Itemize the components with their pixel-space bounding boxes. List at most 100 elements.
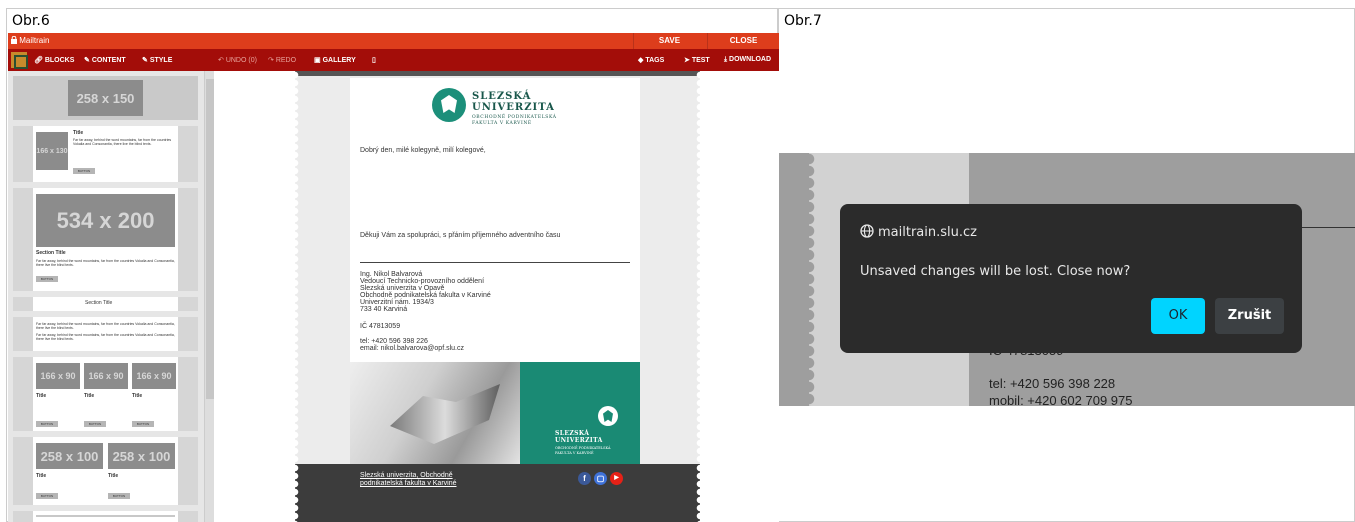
block-gutter: [178, 188, 198, 291]
banner-name-line2: UNIVERZITA: [555, 437, 603, 444]
block-gutter: [13, 126, 33, 182]
banner-sub-line1: OBCHODNĚ PODNIKATELSKÁ: [555, 446, 611, 450]
app-title-text: Mailtrain: [19, 36, 50, 45]
tags-button[interactable]: ◆ TAGS: [638, 56, 664, 64]
youtube-icon[interactable]: ▶: [610, 472, 623, 485]
block-gutter: [178, 297, 198, 311]
block-lorem: Far far away, behind the word mountains,…: [36, 333, 175, 341]
block-lorem: Far far away, behind the word mountains,…: [36, 322, 175, 330]
block-three-columns[interactable]: 166 x 90 166 x 90 166 x 90 Title Title T…: [13, 357, 198, 431]
download-label: DOWNLOAD: [729, 56, 772, 63]
block-text[interactable]: Far far away, behind the word mountains,…: [13, 317, 198, 351]
tab-style[interactable]: ✎ STYLE: [142, 56, 172, 64]
ok-button[interactable]: OK: [1151, 298, 1205, 334]
blocks-panel: 258 x 150 166 x 130 Title Far far away, …: [8, 71, 214, 522]
placeholder-image: 258 x 150: [68, 80, 143, 116]
block-gutter: [178, 317, 198, 351]
test-button[interactable]: ➤ TEST: [684, 56, 710, 64]
title-bar: Mailtrain SAVE CLOSE: [8, 33, 779, 49]
block-gutter: [178, 437, 198, 505]
zigzag-edge: [694, 464, 700, 522]
app-title: Mailtrain: [11, 35, 50, 45]
scrollbar-thumb[interactable]: [206, 79, 214, 399]
university-name: SLEZSKÁ UNIVERZITA: [472, 91, 555, 113]
save-button[interactable]: SAVE: [633, 33, 705, 49]
footer-link[interactable]: Slezská univerzita, Obchodně podnikatels…: [360, 472, 457, 488]
globe-icon: [860, 224, 874, 238]
block-button: BUTTON: [132, 421, 154, 427]
facebook-icon[interactable]: f: [578, 472, 591, 485]
placeholder-image: 258 x 100: [108, 443, 175, 469]
block-gutter: [13, 437, 33, 505]
block-gutter: [13, 357, 33, 431]
figure-6-label: Obr.6: [12, 13, 50, 29]
block-lorem: Far far away, behind the word mountains,…: [73, 138, 172, 146]
confirm-dialog: mailtrain.slu.cz Unsaved changes will be…: [840, 204, 1302, 353]
preview-toggle-icon[interactable]: ▯: [372, 56, 376, 64]
banner-name-line1: SLEZSKÁ: [555, 430, 590, 437]
redo-label: REDO: [275, 57, 297, 64]
behind-tel: tel: +420 596 398 228: [989, 376, 1116, 391]
placeholder-image: 166 x 90: [84, 363, 128, 389]
tab-blocks[interactable]: 🔗︎ BLOCKS: [34, 56, 74, 64]
figure-7-cell: Obr.7 IČ 47813059 tel: +420 596 398 228 …: [778, 8, 1355, 522]
email-body[interactable]: Dobrý den, milé kolegyně, milí kolegové,…: [350, 136, 640, 362]
block-image-text[interactable]: 166 x 130 Title Far far away, behind the…: [13, 126, 198, 182]
placeholder-image: 166 x 90: [36, 363, 80, 389]
cancel-button[interactable]: Zrušit: [1215, 298, 1284, 334]
block-two-columns[interactable]: 258 x 100 258 x 100 Title Title BUTTON B…: [13, 437, 198, 505]
dialog-origin: mailtrain.slu.cz: [860, 224, 977, 240]
block-button: BUTTON: [108, 493, 130, 499]
download-button[interactable]: ⤓ DOWNLOAD: [724, 56, 771, 64]
banner-sub-line2: FAKULTA V KARVINÉ: [555, 450, 594, 455]
university-name-line1: SLEZSKÁ: [472, 91, 532, 102]
block-gutter: [13, 297, 33, 311]
undo-label: UNDO (0): [225, 57, 257, 64]
behind-contacts: tel: +420 596 398 228 mobil: +420 602 70…: [989, 375, 1132, 406]
dialog-origin-text: mailtrain.slu.cz: [878, 225, 977, 240]
redo-button[interactable]: ↷ REDO: [268, 56, 296, 64]
dialog-screenshot: IČ 47813059 tel: +420 596 398 228 mobil:…: [779, 153, 1355, 406]
tags-label: TAGS: [645, 57, 665, 64]
block-image-full[interactable]: 258 x 150: [13, 76, 198, 120]
block-section-title: Section Title: [36, 250, 66, 256]
block-big-image[interactable]: 534 x 200 Section Title Far far away, be…: [13, 188, 198, 291]
instagram-icon[interactable]: ▢: [594, 472, 607, 485]
faculty-name-line2: FAKULTA V KARVINÉ: [472, 121, 532, 126]
block-title: Title: [36, 393, 47, 399]
university-crest-icon: [432, 88, 466, 122]
email-footer[interactable]: Slezská univerzita, Obchodně podnikatels…: [295, 464, 700, 522]
close-button[interactable]: CLOSE: [707, 33, 779, 49]
email-top-bar: [295, 71, 700, 76]
block-title: Title: [73, 130, 84, 136]
email-banner[interactable]: SLEZSKÁ UNIVERZITA OBCHODNĚ PODNIKATELSK…: [350, 362, 640, 464]
lock-icon: [11, 35, 17, 44]
email-canvas: SLEZSKÁ UNIVERZITA OBCHODNĚ PODNIKATELSK…: [214, 71, 779, 522]
block-button: BUTTON: [84, 421, 106, 427]
mosaico-logo-icon: [11, 52, 28, 69]
block-button: BUTTON: [73, 168, 95, 174]
thanks-text: Děkuji Vám za spolupráci, s přáním příje…: [360, 232, 561, 239]
banner-university-name: SLEZSKÁ UNIVERZITA: [555, 430, 603, 444]
block-gutter: [178, 126, 198, 182]
banner-crest-icon: [598, 406, 618, 426]
placeholder-image: 166 x 90: [132, 363, 176, 389]
undo-button[interactable]: ↶ UNDO (0): [218, 56, 257, 64]
zigzag-edge: [295, 464, 301, 522]
gallery-button[interactable]: ▣ GALLERY: [314, 56, 356, 64]
block-title: Title: [108, 473, 119, 479]
email-header[interactable]: SLEZSKÁ UNIVERZITA OBCHODNĚ PODNIKATELSK…: [350, 78, 640, 136]
placeholder-image: 258 x 100: [36, 443, 103, 469]
faculty-name: OBCHODNĚ PODNIKATELSKÁ FAKULTA V KARVINÉ: [472, 115, 557, 127]
block-divider[interactable]: [13, 511, 198, 522]
tab-content[interactable]: ✎ CONTENT: [84, 56, 126, 64]
block-button: BUTTON: [36, 276, 58, 282]
zigzag-edge: [809, 153, 821, 406]
tab-style-label: STYLE: [149, 57, 173, 64]
blocks-scrollbar[interactable]: [204, 71, 214, 522]
zigzag-edge: [694, 71, 700, 522]
dialog-message: Unsaved changes will be lost. Close now?: [860, 264, 1131, 279]
divider-line: [36, 515, 175, 517]
block-section-title-only[interactable]: Section Title: [13, 297, 198, 311]
footer-link-line2: podnikatelská fakulta v Karviné: [360, 480, 457, 487]
